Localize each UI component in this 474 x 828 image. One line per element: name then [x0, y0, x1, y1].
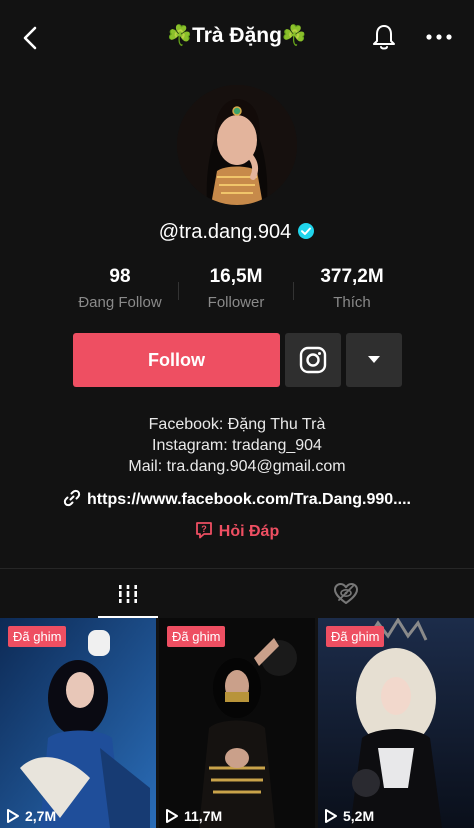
play-icon	[166, 809, 178, 823]
profile-stats: 98 Đang Follow 16,5M Follower 377,2M Thí…	[62, 266, 412, 316]
view-count: 11,7M	[165, 808, 222, 824]
page-title: ☘️Trà Đặng☘️	[0, 23, 474, 48]
followers-stat[interactable]: 16,5M Follower	[178, 266, 294, 316]
video-grid: Đã ghim 2,7M Đã ghim 11,7M Đã ghim 5,2M	[0, 618, 474, 828]
instagram-button[interactable]	[285, 333, 341, 387]
view-count-text: 5,2M	[343, 808, 375, 824]
likes-label: Thích	[333, 294, 371, 311]
bio-line: Instagram: tradang_904	[152, 437, 322, 454]
play-icon	[325, 809, 337, 823]
content-tabs	[0, 568, 474, 619]
pinned-badge: Đã ghim	[8, 626, 67, 647]
follow-button[interactable]: Follow	[73, 333, 280, 387]
view-count-text: 2,7M	[25, 808, 57, 824]
following-count: 98	[109, 266, 131, 287]
svg-text:?: ?	[201, 524, 207, 534]
view-count: 5,2M	[324, 808, 374, 824]
pinned-badge: Đã ghim	[167, 626, 226, 647]
caret-down-icon	[368, 356, 380, 363]
avatar[interactable]	[177, 85, 297, 205]
clover-emoji: ☘️	[281, 25, 307, 47]
profile-name: Trà Đặng	[192, 24, 282, 47]
qa-link[interactable]: ? Hỏi Đáp	[0, 521, 474, 541]
clover-emoji: ☘️	[167, 25, 193, 47]
bell-icon	[373, 25, 395, 50]
username: @tra.dang.904	[158, 221, 292, 243]
view-count-text: 11,7M	[184, 808, 223, 824]
video-thumbnail-image	[0, 618, 156, 828]
notification-button[interactable]	[367, 20, 401, 54]
link-icon	[63, 489, 81, 507]
username-row: @tra.dang.904	[0, 221, 474, 244]
likes-count: 377,2M	[320, 266, 384, 287]
likes-stat[interactable]: 377,2M Thích	[294, 266, 410, 316]
grid-bars-icon	[117, 585, 139, 603]
followers-label: Follower	[207, 294, 265, 311]
following-stat[interactable]: 98 Đang Follow	[62, 266, 178, 316]
top-bar: ☘️Trà Đặng☘️	[0, 0, 474, 76]
more-horizontal-icon	[426, 34, 452, 40]
profile-link[interactable]: https://www.facebook.com/Tra.Dang.990...…	[0, 489, 474, 509]
video-thumbnail-image	[159, 618, 315, 828]
pinned-badge: Đã ghim	[326, 626, 385, 647]
tab-videos[interactable]	[98, 569, 158, 619]
video-thumbnail[interactable]: Đã ghim 11,7M	[159, 618, 315, 828]
video-thumbnail-image	[318, 618, 474, 828]
qa-label: Hỏi Đáp	[218, 523, 280, 540]
bio-line: Facebook: Đặng Thu Trà	[148, 416, 326, 433]
hidden-heart-icon	[334, 583, 358, 604]
following-label: Đang Follow	[78, 294, 162, 311]
video-thumbnail[interactable]: Đã ghim 5,2M	[318, 618, 474, 828]
suggested-accounts-dropdown[interactable]	[346, 333, 402, 387]
bio-line: Mail: tra.dang.904@gmail.com	[128, 458, 346, 475]
followers-count: 16,5M	[209, 266, 263, 287]
view-count: 2,7M	[6, 808, 56, 824]
profile-link-text: https://www.facebook.com/Tra.Dang.990...…	[87, 491, 411, 508]
play-icon	[7, 809, 19, 823]
verified-badge-icon	[298, 223, 315, 239]
video-thumbnail[interactable]: Đã ghim 2,7M	[0, 618, 156, 828]
more-options-button[interactable]	[422, 20, 456, 54]
stat-divider	[178, 282, 179, 300]
tab-liked-videos[interactable]	[316, 569, 376, 619]
avatar-image	[177, 85, 297, 205]
question-bubble-icon: ?	[195, 522, 212, 539]
bio: Facebook: Đặng Thu Trà Instagram: tradan…	[0, 414, 474, 477]
instagram-icon	[299, 346, 327, 374]
